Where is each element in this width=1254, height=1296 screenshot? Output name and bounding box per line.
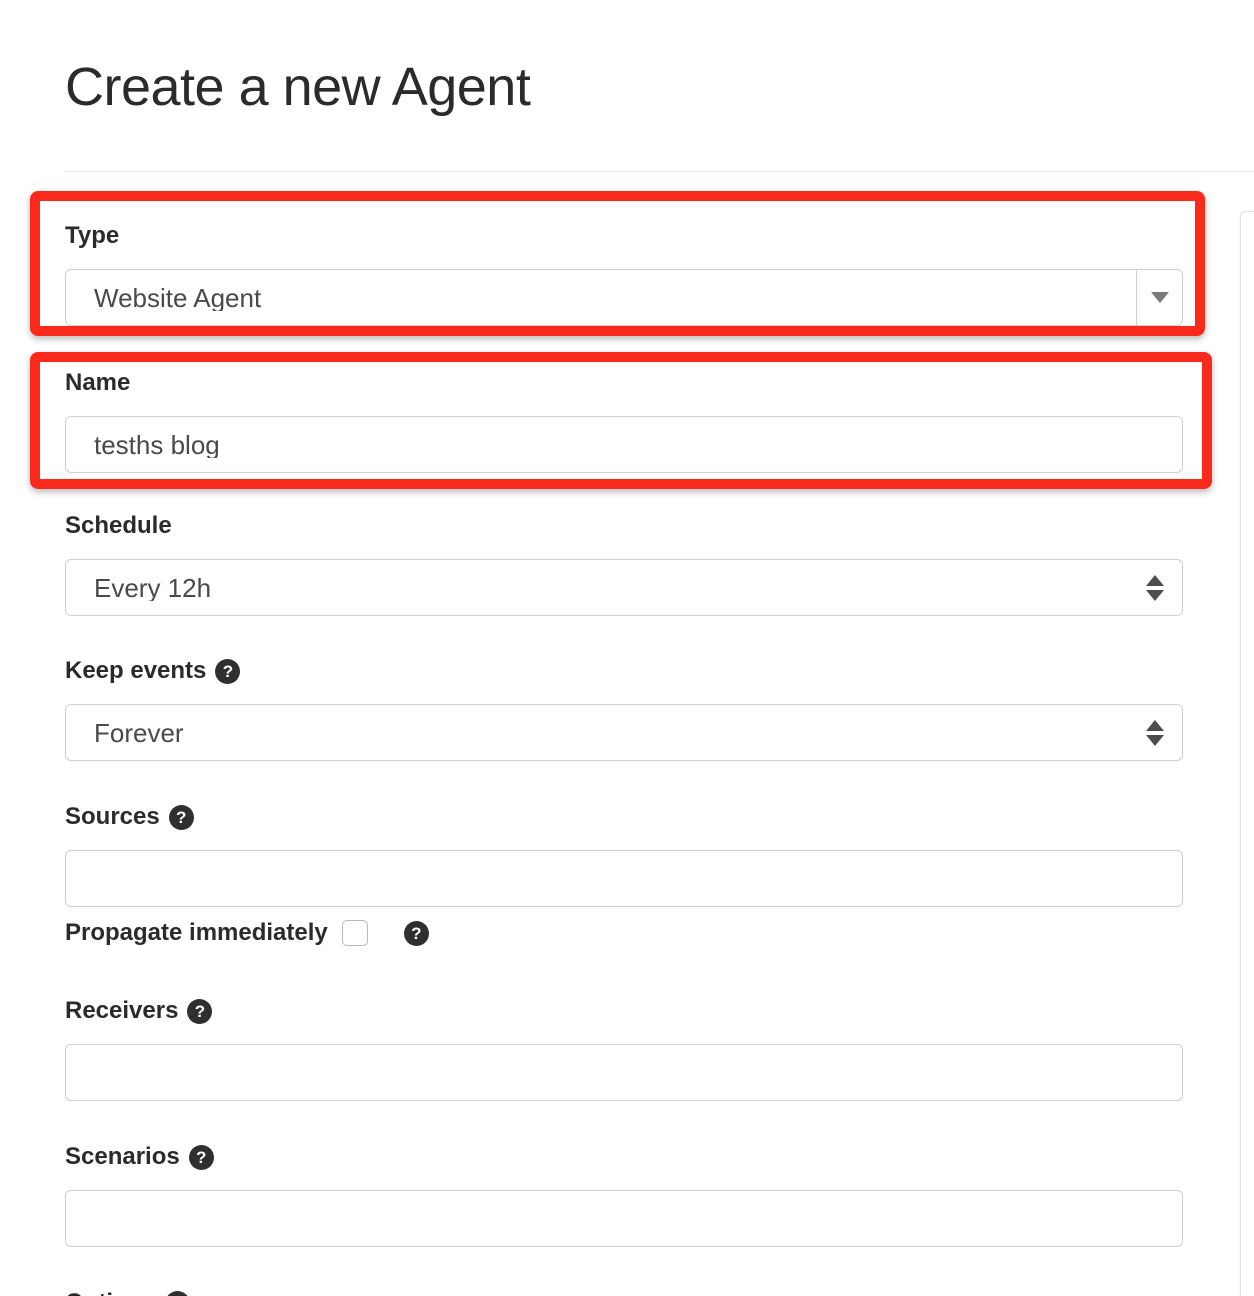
keep-events-label: Keep events — [65, 657, 207, 684]
page-title: Create a new Agent — [65, 57, 531, 117]
keep-events-select[interactable]: Forever — [65, 704, 1183, 762]
scenarios-label: Scenarios — [65, 1143, 180, 1170]
options-field-group: Options ? — [65, 1289, 190, 1296]
propagate-immediately-label: Propagate immediately — [65, 919, 328, 946]
question-mark-icon[interactable]: ? — [188, 1144, 214, 1170]
scenarios-field-group: Scenarios ? — [65, 1143, 1183, 1248]
name-input-value: tesths blog — [94, 431, 220, 458]
name-label: Name — [65, 369, 131, 396]
propagate-immediately-checkbox[interactable] — [341, 920, 368, 947]
receivers-field-group: Receivers ? — [65, 997, 1183, 1102]
question-mark-icon[interactable]: ? — [168, 804, 194, 830]
keep-events-selected-value: Forever — [94, 719, 184, 746]
options-label: Options — [65, 1289, 156, 1296]
type-selected-value: Website Agent — [94, 284, 262, 311]
updown-arrows-icon[interactable] — [1146, 574, 1164, 601]
question-mark-icon[interactable]: ? — [187, 998, 213, 1024]
title-divider — [65, 171, 1254, 172]
question-mark-icon[interactable]: ? — [164, 1290, 190, 1296]
create-agent-page: Create a new Agent Type Website Agent Na… — [0, 0, 1254, 1296]
question-mark-icon[interactable]: ? — [403, 920, 429, 946]
sources-field-group: Sources ? — [65, 803, 1183, 908]
right-side-panel — [1240, 211, 1254, 1296]
name-input[interactable]: tesths blog — [65, 416, 1183, 474]
schedule-selected-value: Every 12h — [94, 574, 212, 601]
sources-input[interactable] — [65, 850, 1183, 908]
propagate-immediately-group: Propagate immediately ? — [65, 919, 429, 947]
type-field-group: Type Website Agent — [65, 222, 1183, 327]
schedule-label: Schedule — [65, 512, 172, 539]
keep-events-field-group: Keep events ? Forever — [65, 657, 1183, 762]
chevron-down-icon[interactable] — [1136, 270, 1182, 326]
name-field-group: Name tesths blog — [65, 369, 1183, 474]
type-label: Type — [65, 222, 120, 249]
updown-arrows-icon[interactable] — [1146, 719, 1164, 746]
question-mark-icon[interactable]: ? — [215, 658, 241, 684]
schedule-field-group: Schedule Every 12h — [65, 512, 1183, 617]
schedule-select[interactable]: Every 12h — [65, 559, 1183, 617]
sources-label: Sources — [65, 803, 160, 830]
scenarios-input[interactable] — [65, 1190, 1183, 1248]
receivers-input[interactable] — [65, 1044, 1183, 1102]
receivers-label: Receivers — [65, 997, 179, 1024]
type-select[interactable]: Website Agent — [65, 269, 1183, 327]
